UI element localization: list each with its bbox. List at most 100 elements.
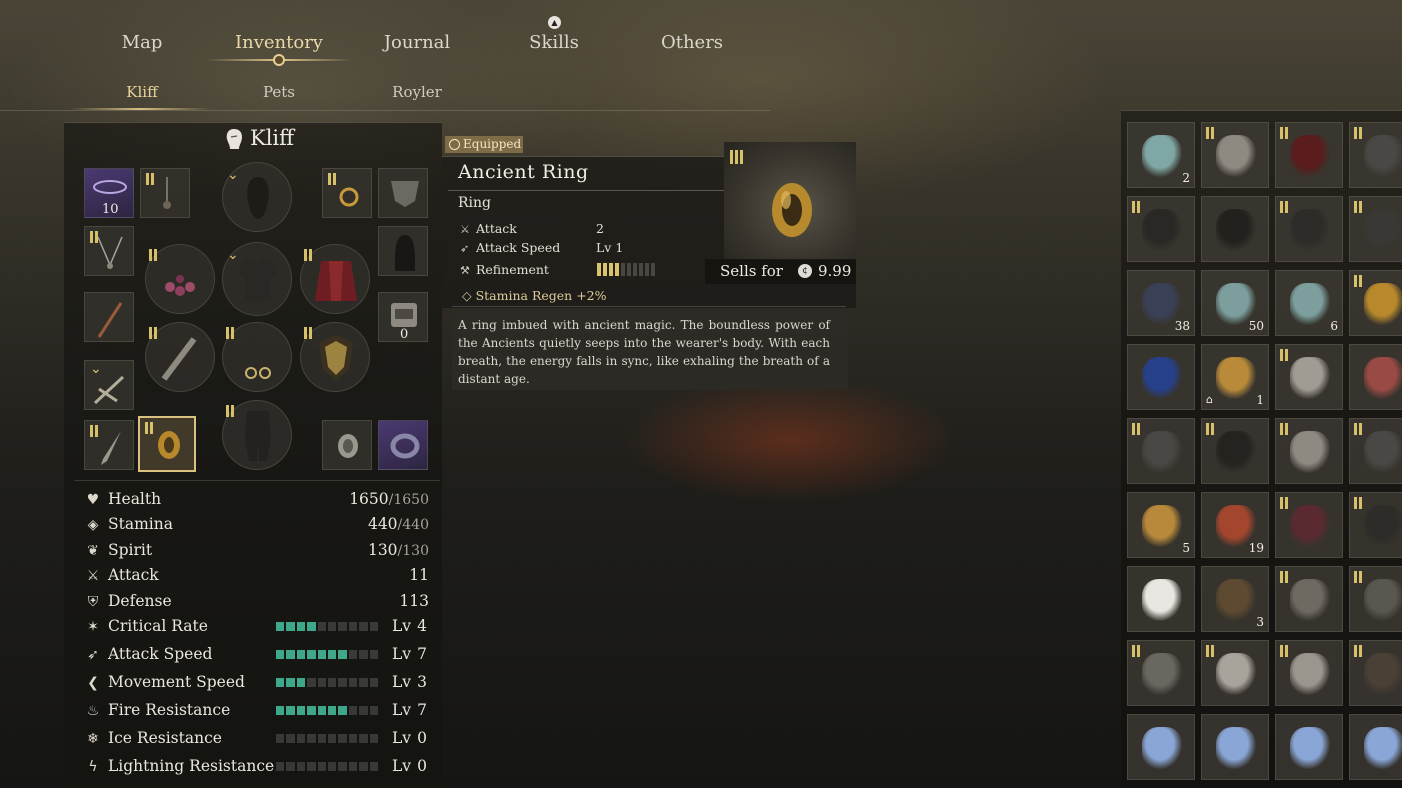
tab-journal[interactable]: Journal [357,32,477,53]
level-segment [338,734,347,743]
inventory-slot[interactable]: 2 [1127,122,1195,188]
tab-inventory[interactable]: Inventory [219,32,339,53]
active-tab-dot [273,54,285,66]
crossbow-slot[interactable]: ⌄ [84,360,134,410]
detail-stat-refinement: ⚒ Refinement [460,262,549,277]
inventory-slot[interactable] [1201,196,1269,262]
inventory-slot[interactable] [1349,714,1402,780]
mask-slot[interactable] [378,168,428,218]
inventory-slot[interactable] [1275,418,1343,484]
charm-slot[interactable] [145,244,215,314]
tab-skills[interactable]: Skills [494,32,614,53]
stats-divider [74,480,440,481]
gloves-slot[interactable] [145,322,215,392]
level-value: 7 [417,701,427,719]
tab-others[interactable]: Others [632,32,752,53]
ornate-shield-icon [319,335,353,381]
upgrade-marker-icon [149,249,159,261]
upgrade-marker-icon [1354,275,1364,287]
head-slot[interactable]: ⌄ [222,162,292,232]
inventory-slot[interactable]: 5 [1127,492,1195,558]
subtab-royler[interactable]: Royler [357,83,477,101]
level-segment [307,734,316,743]
inventory-slot[interactable]: 19 [1201,492,1269,558]
level-segment [359,706,368,715]
level-segment [317,650,327,659]
level-label: Lv [392,645,412,663]
subtab-kliff[interactable]: Kliff [82,83,202,101]
refinement-hammer-icon: ⚒ [460,264,470,277]
inventory-slot[interactable] [1127,196,1195,262]
inventory-slot[interactable] [1275,344,1343,410]
accessory-slot[interactable]: 10 [84,168,134,218]
backpack-slot[interactable]: 0 [378,292,428,342]
ring-slot-2[interactable] [378,420,428,470]
ring-slot-selected[interactable] [138,416,196,472]
pendant-icon [163,177,171,209]
inventory-slot[interactable] [1349,418,1402,484]
refinement-segment [639,263,643,276]
legs-slot[interactable] [222,400,292,470]
level-segment [296,734,306,743]
level-bar [276,650,379,659]
inventory-slot[interactable] [1349,196,1402,262]
weapon-slot[interactable] [84,292,134,342]
inventory-slot[interactable]: 3 [1349,566,1402,632]
inventory-slot[interactable] [1275,640,1343,706]
inventory-slot[interactable] [1127,344,1195,410]
inventory-slot[interactable] [1275,196,1343,262]
inventory-slot[interactable]: 6 [1275,270,1343,336]
chest-armor-icon [1142,431,1182,473]
inventory-slot[interactable] [1201,122,1269,188]
necklace-icon [97,236,123,269]
level-segment [286,706,295,715]
stat-row-ice-resistance: ❄ Ice Resistance Lv 0 [84,728,429,750]
inventory-slot[interactable] [1349,640,1402,706]
subtab-pets[interactable]: Pets [219,83,339,101]
level-segment [328,734,337,743]
inventory-slot[interactable]: 50 [1201,270,1269,336]
inventory-slot[interactable] [1127,418,1195,484]
inventory-slot[interactable]: 3 [1201,566,1269,632]
inventory-slot[interactable] [1127,714,1195,780]
necklace-slot[interactable] [84,226,134,276]
inventory-slot[interactable] [1127,640,1195,706]
earring-slot[interactable] [322,168,372,218]
stat-label: Fire Resistance [108,701,231,719]
bag-slot[interactable] [378,226,428,276]
inventory-slot[interactable] [1349,492,1402,558]
inventory-slot[interactable] [1201,714,1269,780]
inventory-slot[interactable] [1349,344,1402,410]
item-count: 1 [1256,393,1264,407]
dagger-slot[interactable] [84,420,134,470]
chest-slot[interactable]: ⌄ [222,242,292,316]
trinket-slot[interactable] [322,420,372,470]
level-segment [296,706,306,715]
item-preview [724,142,856,260]
inventory-slot[interactable] [1127,566,1195,632]
inventory-slot[interactable] [1275,122,1343,188]
level-segment [286,678,295,687]
inventory-slot[interactable]: 38 [1127,270,1195,336]
tab-map[interactable]: Map [82,32,202,53]
level-segment [348,622,358,631]
inventory-slot[interactable] [1275,492,1343,558]
cloak-slot[interactable] [300,244,370,314]
inventory-slot[interactable] [1275,714,1343,780]
pendant-slot[interactable] [140,168,190,218]
level-segment [276,762,285,771]
inventory-slot[interactable]: ⌂ 1 [1201,344,1269,410]
inventory-slot[interactable] [1349,270,1402,336]
chest-armor-icon [239,259,277,301]
inventory-slot[interactable] [1275,566,1343,632]
boots-icon [1142,209,1182,251]
hand-slot[interactable] [222,322,292,392]
inventory-slot[interactable] [1201,418,1269,484]
refinement-segment [597,263,601,276]
inventory-slot[interactable] [1201,640,1269,706]
level-segment [276,622,285,631]
level-segment [369,678,379,687]
inventory-slot[interactable] [1349,122,1402,188]
shield-slot[interactable] [300,322,370,392]
orb-icon [338,434,358,458]
